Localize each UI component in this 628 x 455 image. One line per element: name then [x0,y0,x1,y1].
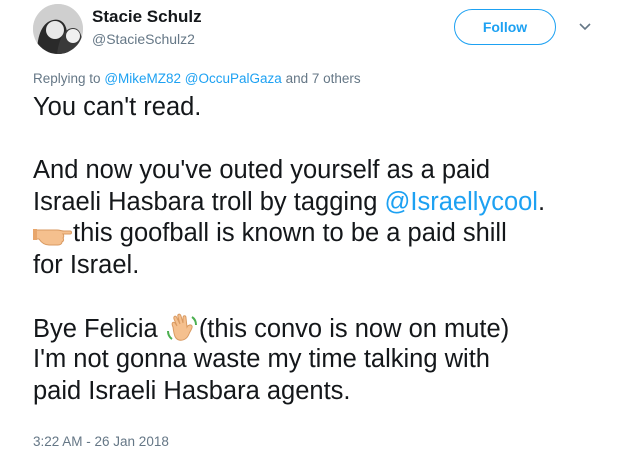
reply-others-link[interactable]: and 7 others [286,71,361,86]
tweet-line-text: this goofball is known to be a paid shil… [73,219,507,247]
author-name[interactable]: Stacie Schulz [92,7,202,27]
chevron-down-icon[interactable] [577,19,593,35]
tweet-line: this goofball is known to be a paid shil… [33,218,603,250]
tweet-spacer [33,124,603,156]
replying-to-label: Replying to [33,71,101,86]
tweet-line-text: (this convo is now on mute) [198,314,510,343]
tweet-text: You can't read. And now you've outed you… [33,92,603,407]
tweet-line-text: Israeli Hasbara troll by tagging [33,187,378,216]
tweet-line-end: . [537,187,546,216]
avatar[interactable] [33,4,83,54]
tweet-line: Bye Felicia (this convo is now on mute) [33,313,603,345]
replying-to: Replying to @MikeMZ82 @OccuPalGaza and 7… [33,71,361,86]
reply-mention-link[interactable]: @OccuPalGaza [185,71,282,86]
tweet-mention-link[interactable]: @Israellycool [385,188,538,216]
tweet-line-text: Bye Felicia [33,314,158,343]
tweet-line: for Israel. [33,250,140,279]
follow-button[interactable]: Follow [454,9,556,45]
reply-mention-link[interactable]: @MikeMZ82 [104,71,181,86]
tweet-timestamp[interactable]: 3:22 AM - 26 Jan 2018 [33,434,169,449]
tweet-line: paid Israeli Hasbara agents. [33,376,351,405]
tweet-line: And now you've outed yourself as a paid [33,156,491,184]
avatar-photo [33,4,83,54]
author-handle[interactable]: @StacieSchulz2 [92,31,195,47]
tweet-line: I'm not gonna waste my time talking with [33,345,490,373]
tweet-header: Stacie Schulz @StacieSchulz2 Follow [0,0,628,64]
tweet-line: You can't read. [33,93,202,121]
tweet-line: Israeli Hasbara troll by tagging @Israel… [33,187,603,219]
tweet-spacer [33,281,603,313]
